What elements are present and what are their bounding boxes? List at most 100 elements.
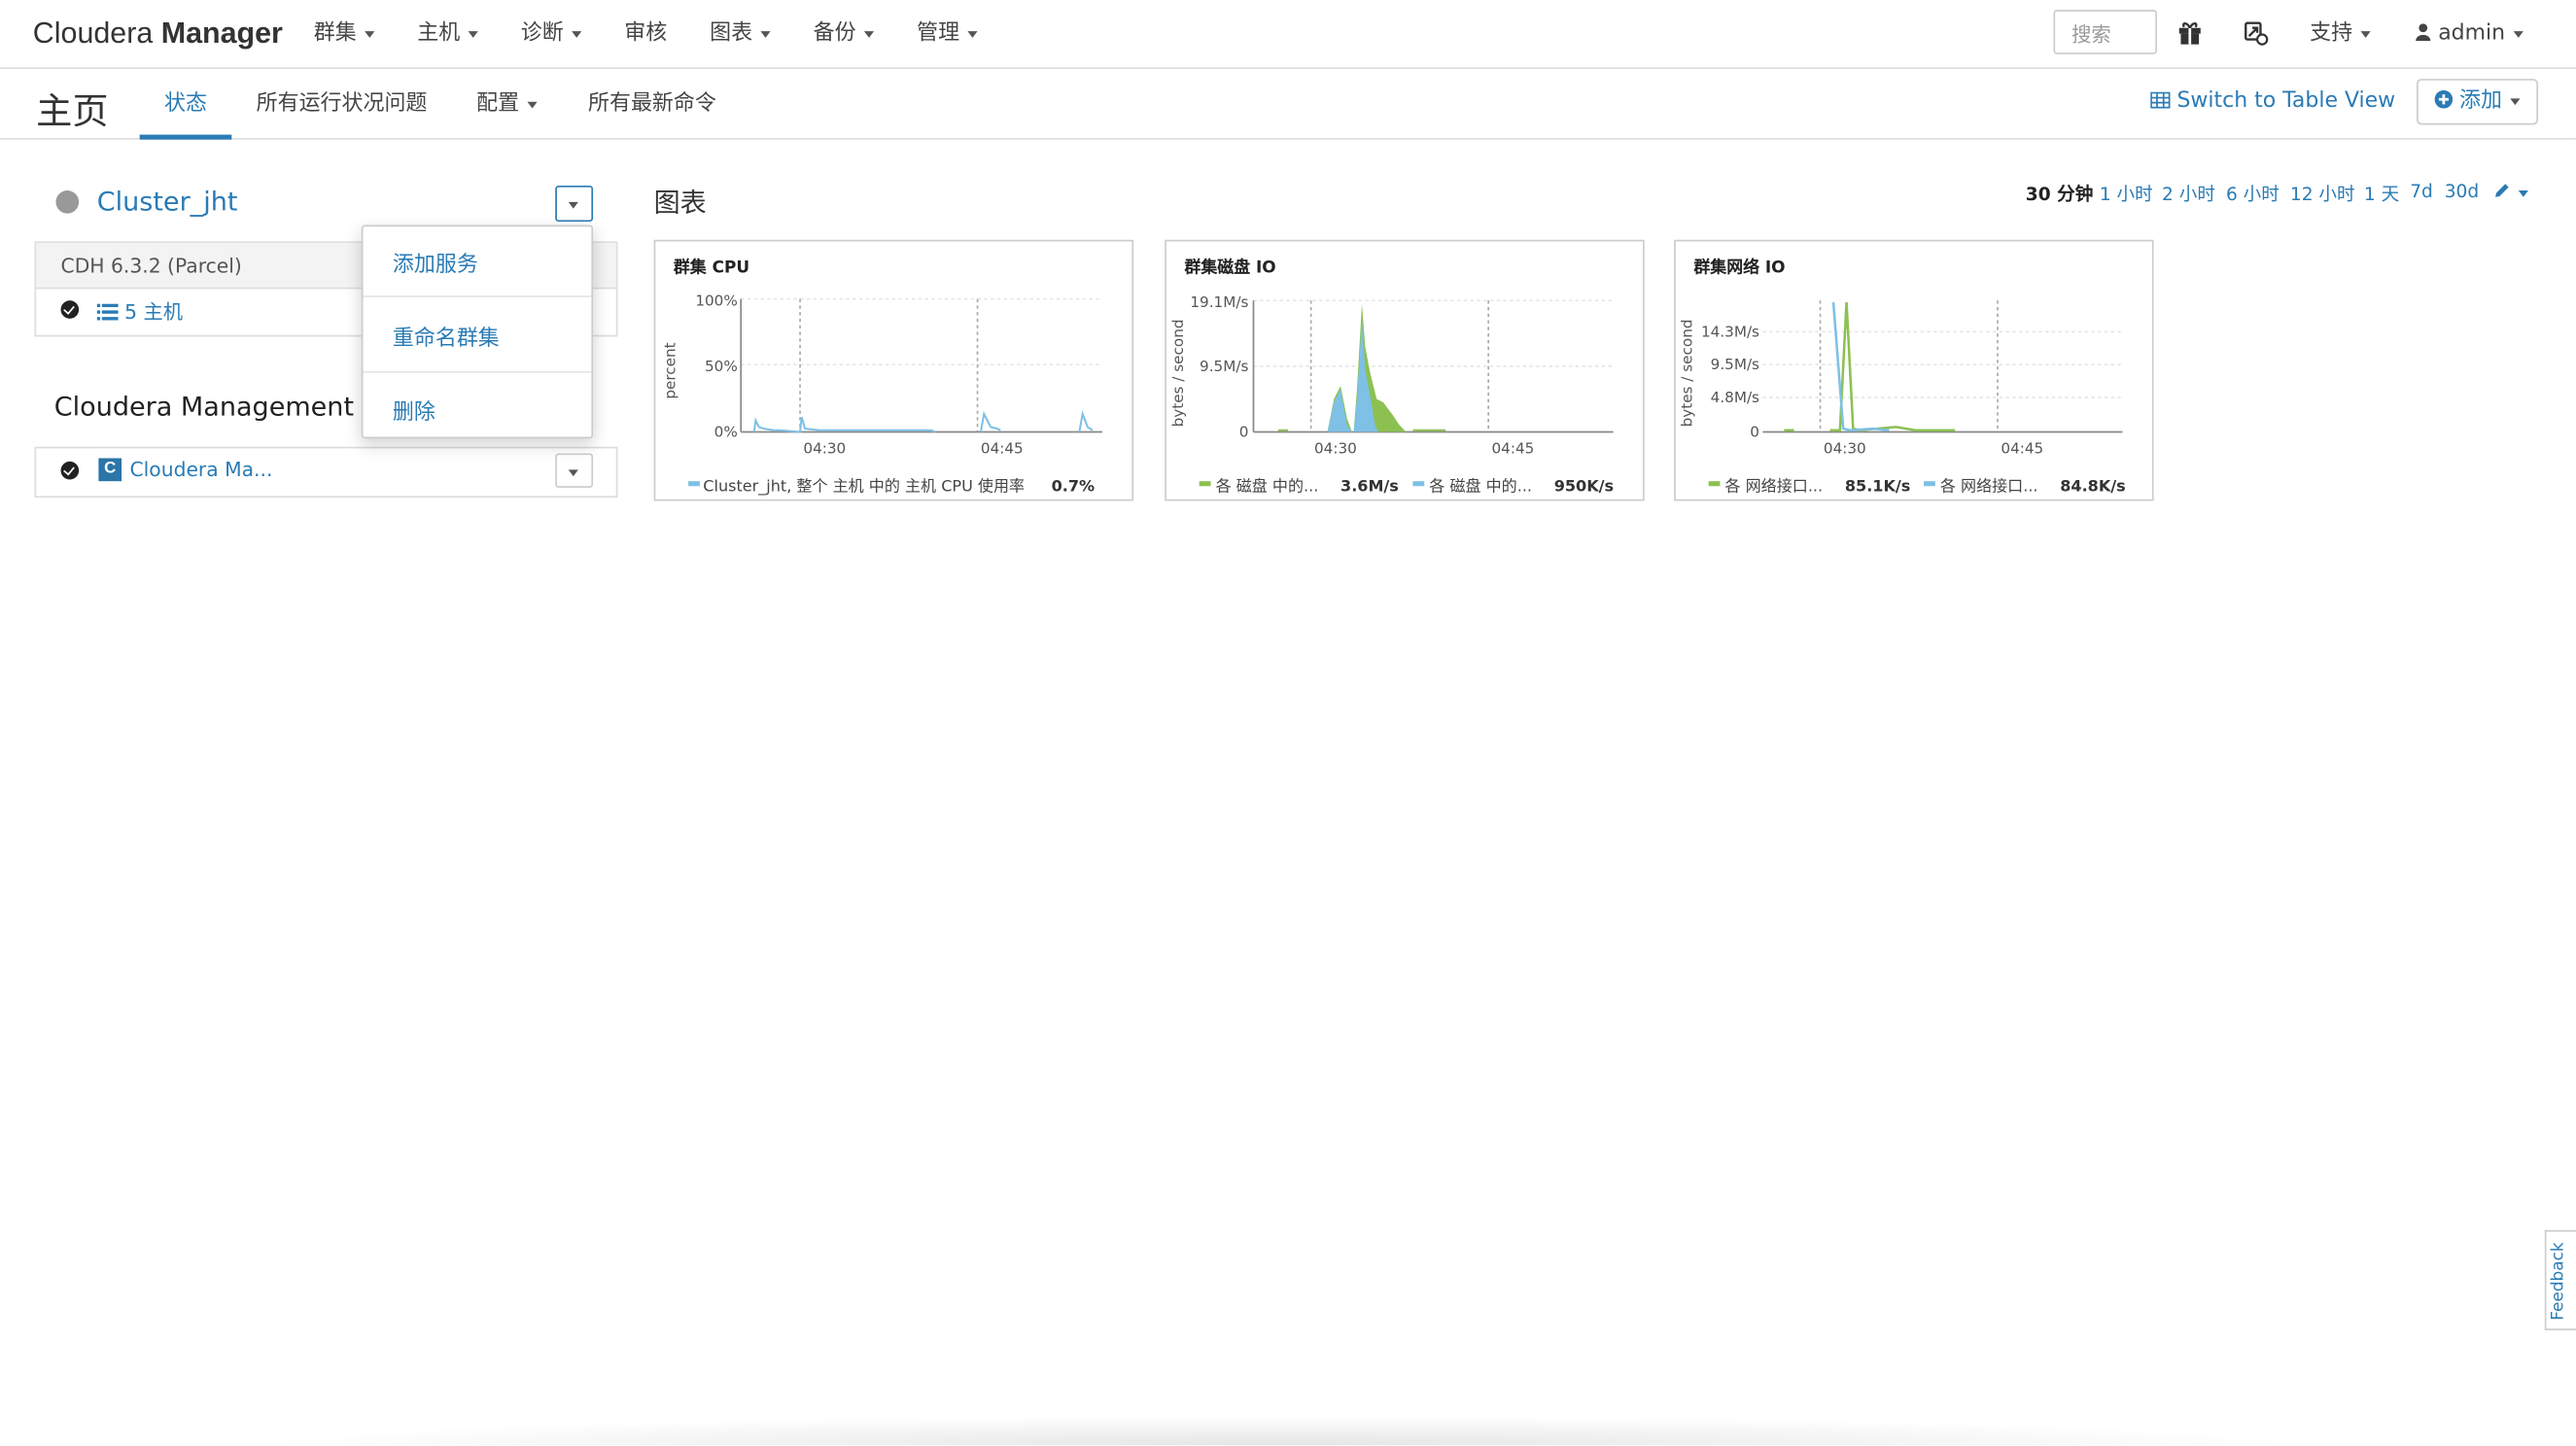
legend-swatch	[1923, 481, 1935, 487]
time-range-7d[interactable]: 7d	[2410, 181, 2433, 202]
chevron-down-icon	[568, 469, 578, 477]
legend-label: 各 网络接口...	[1940, 476, 2038, 495]
top-navbar: Cloudera Manager 群集 主机 诊断 审核 图表 备份 管理 搜索…	[0, 0, 2576, 69]
tab-recent-commands[interactable]: 所有最新命令	[588, 69, 716, 140]
add-button[interactable]: 添加	[2416, 79, 2539, 125]
menu-hosts[interactable]: 主机	[417, 0, 478, 69]
legend-value: 0.7%	[1052, 476, 1096, 495]
gift-icon[interactable]	[2176, 19, 2203, 46]
page: Cloudera Manager 群集 主机 诊断 审核 图表 备份 管理 搜索…	[0, 0, 2576, 1446]
chevron-down-icon	[365, 30, 375, 38]
menu-divider	[363, 295, 592, 297]
menu-divider	[363, 370, 592, 373]
time-range-1d[interactable]: 1 天	[2364, 181, 2399, 207]
tab-configuration[interactable]: 配置	[476, 69, 538, 140]
legend-label: 各 网络接口...	[1725, 476, 1824, 495]
chevron-down-icon	[864, 30, 875, 38]
time-range-30m[interactable]: 30 分钟	[2026, 181, 2094, 207]
chevron-down-icon	[2360, 30, 2371, 38]
y-tick: 0	[1239, 424, 1249, 441]
parcel-icon[interactable]	[2243, 19, 2269, 46]
cloudera-logo-icon: C	[98, 458, 122, 482]
switch-table-view-link[interactable]: Switch to Table View	[2150, 88, 2395, 114]
search-input[interactable]: 搜索	[2053, 10, 2157, 54]
legend-swatch	[1412, 481, 1425, 487]
chevron-down-icon	[568, 201, 578, 209]
cluster-status-indicator	[55, 190, 80, 214]
y-tick: 50%	[705, 358, 738, 375]
chart-cluster-network-io[interactable]: 群集网络 IO 14.3M/s 9.5M/s 4.8M/s 0 bytes / …	[1674, 239, 2154, 501]
pencil-icon	[2495, 184, 2509, 197]
brand-light: Cloudera	[32, 16, 154, 50]
management-service-dropdown[interactable]	[555, 453, 594, 488]
series-line	[1784, 301, 1956, 432]
window-shadow	[246, 1415, 2316, 1446]
charts-title: 图表	[653, 187, 707, 219]
chevron-down-icon	[468, 30, 478, 38]
chevron-down-icon	[527, 100, 538, 108]
menu-diagnostics[interactable]: 诊断	[521, 0, 582, 69]
time-range-6h[interactable]: 6 小时	[2226, 181, 2280, 207]
chevron-down-icon	[2510, 97, 2521, 105]
legend-value: 85.1K/s	[1845, 476, 1910, 495]
menu-clusters[interactable]: 群集	[314, 0, 375, 69]
brand-logo[interactable]: Cloudera Manager	[33, 17, 283, 51]
management-service-title: Cloudera Management Se	[53, 391, 396, 423]
legend-value: 84.8K/s	[2060, 476, 2125, 495]
chevron-down-icon	[967, 30, 978, 38]
x-tick: 04:45	[981, 439, 1024, 457]
chart-cluster-disk-io[interactable]: 群集磁盘 IO 19.1M/s 9.5M/s 0 bytes / second …	[1165, 239, 1645, 501]
hosts-link[interactable]: 5 主机	[96, 297, 183, 326]
menu-administration[interactable]: 管理	[917, 0, 978, 69]
cluster-actions-dropdown[interactable]	[555, 185, 594, 223]
menu-audits[interactable]: 审核	[624, 0, 667, 69]
chevron-down-icon	[760, 30, 771, 38]
table-icon	[2150, 91, 2171, 109]
legend-value: 3.6M/s	[1340, 476, 1399, 495]
support-menu[interactable]: 支持	[2310, 0, 2371, 69]
chevron-down-icon	[2513, 30, 2524, 38]
check-icon	[60, 300, 80, 319]
chart-network-plot: 14.3M/s 9.5M/s 4.8M/s 0 bytes / second 0…	[1679, 300, 2126, 495]
legend-label: 各 磁盘 中的...	[1429, 476, 1532, 495]
chart-cluster-cpu[interactable]: 群集 CPU 100% 50% 0% percent 04:30 04:45 C…	[653, 239, 1134, 501]
tab-health-issues[interactable]: 所有运行状况问题	[257, 69, 428, 140]
time-range-30d[interactable]: 30d	[2445, 181, 2479, 202]
time-range-12h[interactable]: 12 小时	[2290, 181, 2355, 207]
chevron-down-icon	[572, 30, 582, 38]
chart-cpu-plot: 100% 50% 0% percent 04:30 04:45 Cluster_…	[662, 292, 1102, 496]
time-range-2h[interactable]: 2 小时	[2162, 181, 2215, 207]
legend-value: 950K/s	[1554, 476, 1614, 495]
brand-bold: Manager	[160, 16, 283, 50]
main-menu: 群集 主机 诊断 审核 图表 备份 管理	[314, 0, 1021, 69]
y-axis-label: bytes / second	[1169, 319, 1187, 427]
user-icon	[2416, 23, 2431, 42]
sub-header: 主页 状态 所有运行状况问题 配置 所有最新命令 Switch to Table…	[0, 69, 2576, 140]
legend-swatch	[1708, 481, 1721, 487]
x-tick: 04:45	[1492, 439, 1535, 457]
list-icon	[96, 303, 119, 321]
menu-backup[interactable]: 备份	[814, 0, 875, 69]
series-line	[752, 410, 1094, 433]
y-axis-label: percent	[662, 342, 679, 398]
chart-disk-plot: 19.1M/s 9.5M/s 0 bytes / second 04:30 04…	[1169, 293, 1614, 495]
page-title: 主页	[36, 91, 109, 133]
cluster-name-link[interactable]: Cluster_jht	[97, 186, 238, 217]
time-range-1h[interactable]: 1 小时	[2100, 181, 2153, 207]
menu-charts[interactable]: 图表	[710, 0, 771, 69]
x-tick: 04:30	[1824, 439, 1866, 457]
y-tick: 0	[1750, 424, 1759, 441]
cluster-actions-menu: 添加服务 重命名群集 删除	[361, 224, 594, 439]
edit-charts-menu[interactable]	[2493, 183, 2528, 204]
management-service-link[interactable]: Cloudera Ma...	[130, 459, 273, 482]
menu-item-rename-cluster[interactable]: 重命名群集	[363, 321, 591, 351]
user-menu[interactable]: admin	[2415, 0, 2524, 69]
tab-status[interactable]: 状态	[139, 69, 232, 140]
y-tick: 100%	[695, 292, 737, 309]
feedback-tab[interactable]: Feedback	[2544, 1229, 2576, 1330]
menu-item-add-service[interactable]: 添加服务	[363, 247, 591, 277]
legend-swatch	[688, 481, 700, 487]
menu-item-delete[interactable]: 删除	[363, 395, 591, 425]
y-axis-label: bytes / second	[1679, 319, 1696, 427]
plus-circle-icon	[2434, 89, 2454, 109]
